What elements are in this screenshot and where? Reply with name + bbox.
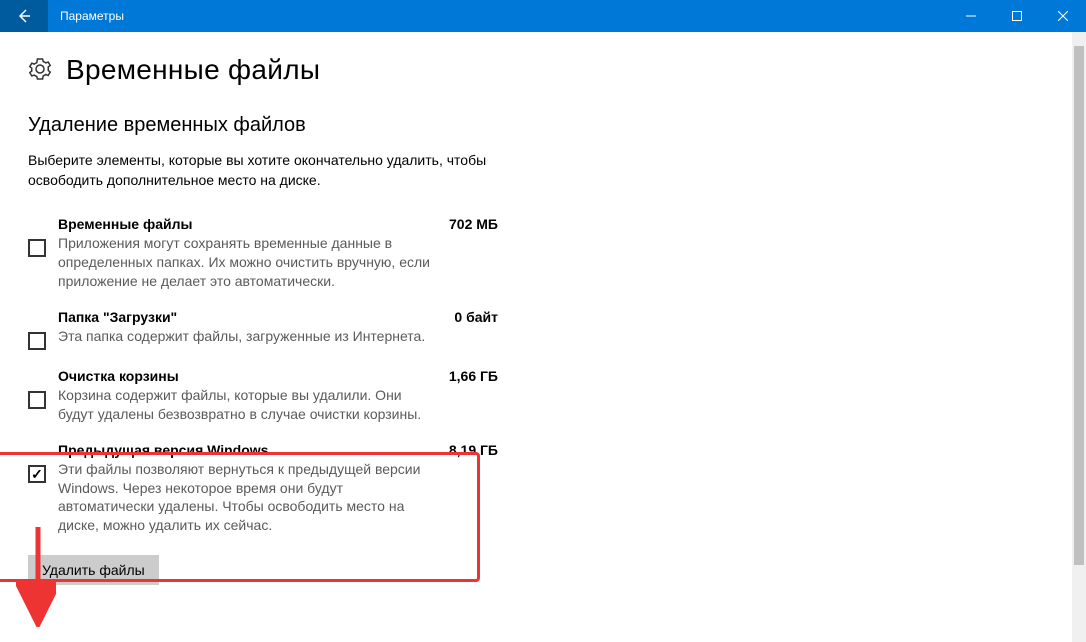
item-desc: Корзина содержит файлы, которые вы удали…	[58, 386, 438, 424]
item-title: Предыдущая версия Windows	[58, 442, 268, 458]
page-title: Временные файлы	[66, 54, 320, 86]
vertical-scrollbar[interactable]	[1072, 32, 1086, 642]
item-title: Очистка корзины	[58, 368, 179, 384]
minimize-icon	[966, 11, 976, 21]
close-button[interactable]	[1040, 0, 1086, 32]
item-title: Папка "Загрузки"	[58, 309, 177, 325]
section-heading: Удаление временных файлов	[28, 114, 1058, 137]
list-item: Временные файлы 702 МБ Приложения могут …	[28, 208, 498, 301]
item-title: Временные файлы	[58, 216, 192, 232]
checkbox-downloads[interactable]	[28, 332, 46, 350]
gear-icon	[28, 57, 52, 84]
item-desc: Эта папка содержит файлы, загруженные из…	[58, 327, 438, 346]
back-arrow-icon	[16, 8, 32, 24]
delete-files-button[interactable]: Удалить файлы	[28, 555, 159, 585]
item-size: 0 байт	[454, 309, 498, 325]
item-desc: Эти файлы позволяют вернуться к предыдущ…	[58, 460, 438, 536]
list-item: Папка "Загрузки" 0 байт Эта папка содерж…	[28, 301, 498, 360]
intro-text: Выберите элементы, которые вы хотите око…	[28, 151, 508, 190]
checkbox-temp-files[interactable]	[28, 239, 46, 257]
checkbox-previous-windows[interactable]	[28, 465, 46, 483]
titlebar: Параметры	[0, 0, 1086, 32]
maximize-button[interactable]	[994, 0, 1040, 32]
content-area: Временные файлы Удаление временных файло…	[0, 32, 1086, 642]
window-title: Параметры	[48, 9, 124, 23]
list-item: Очистка корзины 1,66 ГБ Корзина содержит…	[28, 360, 498, 434]
item-size: 702 МБ	[449, 216, 498, 232]
item-desc: Приложения могут сохранять временные дан…	[58, 234, 438, 291]
checkbox-recycle-bin[interactable]	[28, 391, 46, 409]
maximize-icon	[1012, 11, 1022, 21]
minimize-button[interactable]	[948, 0, 994, 32]
back-button[interactable]	[0, 0, 48, 32]
list-item: Предыдущая версия Windows 8,19 ГБ Эти фа…	[28, 434, 498, 546]
scrollbar-thumb[interactable]	[1074, 46, 1084, 565]
item-size: 8,19 ГБ	[449, 442, 498, 458]
item-size: 1,66 ГБ	[449, 368, 498, 384]
close-icon	[1058, 11, 1068, 21]
